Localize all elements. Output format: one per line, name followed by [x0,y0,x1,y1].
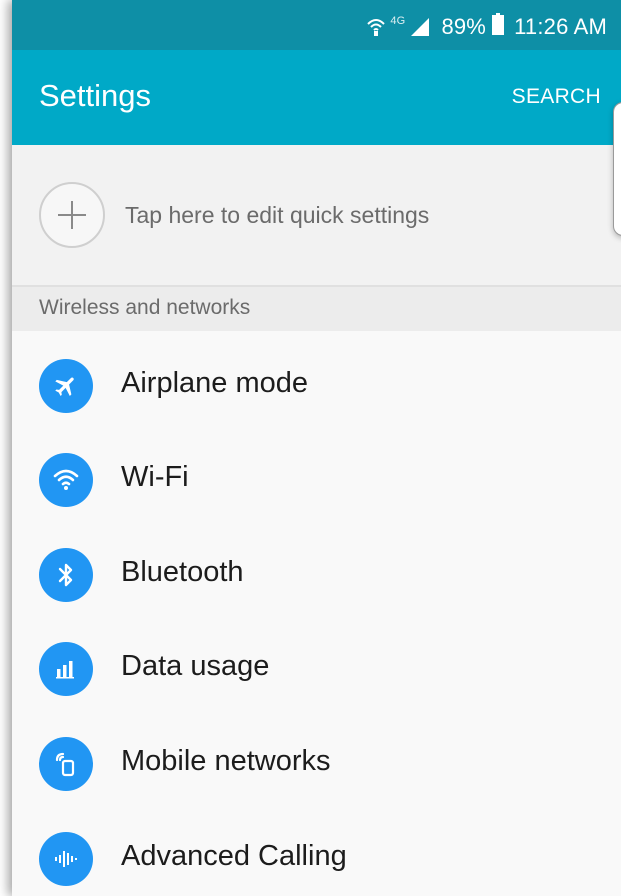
setting-label: Advanced Calling [121,840,347,872]
setting-airplane-mode[interactable]: Airplane mode [12,334,621,429]
setting-advanced-calling[interactable]: Advanced Calling [12,807,621,896]
setting-label: Mobile networks [121,745,331,777]
settings-screen: 4G 89% 11:26 AM Settings SEARCH Tap here… [12,0,621,896]
search-button[interactable]: SEARCH [512,85,601,109]
battery-status: 89% [441,13,505,41]
mobile-networks-icon [39,737,93,791]
battery-icon [492,13,505,41]
status-bar: 4G 89% 11:26 AM [12,0,621,50]
settings-list: Airplane mode Wi-Fi Bluetooth Data usage… [12,331,621,896]
setting-bluetooth[interactable]: Bluetooth [12,523,621,618]
setting-label: Wi-Fi [121,461,189,493]
screenshot-frame: 4G 89% 11:26 AM Settings SEARCH Tap here… [0,0,621,896]
airplane-icon [39,359,93,413]
data-usage-icon [39,642,93,696]
wifi-icon [39,453,93,507]
section-header: Wireless and networks [12,287,621,331]
battery-percent: 89% [441,14,487,39]
setting-wifi[interactable]: Wi-Fi [12,428,621,523]
setting-mobile-networks[interactable]: Mobile networks [12,712,621,807]
add-icon [39,182,105,248]
signal-indicators: 4G [366,15,431,37]
section-header-label: Wireless and networks [39,296,251,319]
setting-data-usage[interactable]: Data usage [12,617,621,712]
setting-label: Data usage [121,650,270,682]
wifi-status-icon [366,17,386,37]
floating-panel-edge [613,102,621,236]
setting-label: Airplane mode [121,367,308,399]
status-indicators: 4G 89% 11:26 AM [366,10,607,44]
clock: 11:26 AM [514,14,607,39]
setting-label: Bluetooth [121,556,244,588]
bluetooth-icon [39,548,93,602]
edit-quick-settings-label: Tap here to edit quick settings [125,202,430,228]
edit-quick-settings[interactable]: Tap here to edit quick settings [12,145,621,287]
cell-signal-icon [409,17,431,37]
page-title: Settings [39,78,152,113]
advanced-calling-icon [39,832,93,886]
network-type-label: 4G [390,15,406,27]
action-bar: Settings SEARCH [12,50,621,145]
